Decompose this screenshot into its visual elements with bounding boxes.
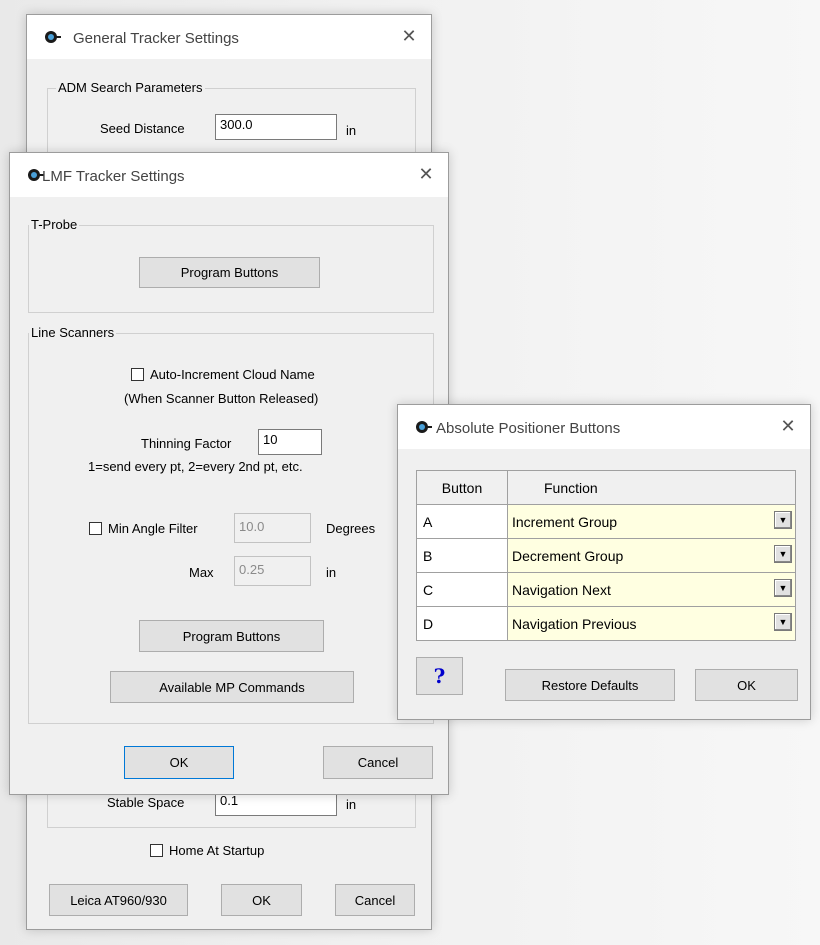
thinning-note: 1=send every pt, 2=every 2nd pt, etc.	[88, 459, 303, 474]
function-dropdown[interactable]: Navigation Previous ▼	[507, 606, 796, 641]
column-header-button: Button	[416, 470, 508, 505]
function-value: Navigation Previous	[512, 615, 637, 632]
home-at-startup-checkbox[interactable]	[150, 844, 163, 857]
line-scanners-program-buttons-button[interactable]: Program Buttons	[139, 620, 324, 652]
ok-button[interactable]: OK	[124, 746, 234, 779]
max-input[interactable]: 0.25	[234, 556, 311, 586]
chevron-down-icon[interactable]: ▼	[774, 579, 792, 597]
help-icon: ?	[433, 664, 446, 688]
title-bar: General Tracker Settings ✕	[27, 15, 431, 59]
stable-space-label: Stable Space	[107, 795, 185, 810]
absolute-positioner-buttons-window: Absolute Positioner Buttons ✕ Button Fun…	[397, 404, 811, 720]
leica-at960-930-button[interactable]: Leica AT960/930	[49, 884, 188, 916]
function-value: Decrement Group	[512, 547, 624, 564]
function-dropdown[interactable]: Navigation Next ▼	[507, 572, 796, 607]
seed-distance-unit: in	[346, 123, 357, 138]
table-row: D Navigation Previous ▼	[416, 606, 796, 641]
function-dropdown[interactable]: Increment Group ▼	[507, 504, 796, 539]
seed-distance-label: Seed Distance	[100, 121, 185, 136]
min-angle-input[interactable]: 10.0	[234, 513, 311, 543]
ok-button[interactable]: OK	[221, 884, 302, 916]
group-label: T-Probe	[29, 217, 80, 232]
cancel-button[interactable]: Cancel	[335, 884, 415, 916]
button-cell: C	[416, 572, 508, 607]
min-angle-filter-checkbox[interactable]	[89, 522, 102, 535]
min-angle-filter-label: Min Angle Filter	[108, 521, 198, 536]
chevron-down-icon[interactable]: ▼	[774, 613, 792, 631]
home-at-startup-label: Home At Startup	[169, 843, 265, 858]
help-button[interactable]: ?	[416, 657, 463, 695]
ok-button[interactable]: OK	[695, 669, 798, 701]
lmf-tracker-settings-window: LMF Tracker Settings ✕ T-Probe Program B…	[9, 152, 449, 795]
app-logo-icon	[45, 31, 61, 43]
table-row: C Navigation Next ▼	[416, 572, 796, 607]
button-cell: D	[416, 606, 508, 641]
app-logo-icon	[416, 421, 432, 433]
title-bar: Absolute Positioner Buttons ✕	[398, 405, 810, 449]
restore-defaults-button[interactable]: Restore Defaults	[505, 669, 675, 701]
function-dropdown[interactable]: Decrement Group ▼	[507, 538, 796, 573]
close-icon[interactable]: ✕	[399, 26, 419, 46]
button-cell: B	[416, 538, 508, 573]
group-label: Line Scanners	[29, 325, 117, 340]
window-title: Absolute Positioner Buttons	[436, 420, 621, 437]
cancel-button[interactable]: Cancel	[323, 746, 433, 779]
thinning-factor-label: Thinning Factor	[141, 436, 232, 451]
auto-increment-note: (When Scanner Button Released)	[124, 391, 319, 406]
function-value: Navigation Next	[512, 581, 611, 598]
title-bar: LMF Tracker Settings ✕	[10, 153, 448, 197]
window-title: General Tracker Settings	[73, 30, 239, 47]
button-function-table: Button Function A Increment Group ▼ B De…	[416, 470, 796, 641]
min-angle-unit: Degrees	[326, 521, 376, 536]
available-mp-commands-button[interactable]: Available MP Commands	[110, 671, 354, 703]
auto-increment-cloud-name-checkbox[interactable]	[131, 368, 144, 381]
group-label: ADM Search Parameters	[56, 80, 205, 95]
chevron-down-icon[interactable]: ▼	[774, 545, 792, 563]
seed-distance-input[interactable]: 300.0	[215, 114, 337, 140]
stable-space-unit: in	[346, 797, 357, 812]
close-icon[interactable]: ✕	[416, 164, 436, 184]
chevron-down-icon[interactable]: ▼	[774, 511, 792, 529]
window-title: LMF Tracker Settings	[42, 168, 185, 185]
table-header-row: Button Function	[416, 470, 796, 505]
t-probe-program-buttons-button[interactable]: Program Buttons	[139, 257, 320, 288]
table-row: B Decrement Group ▼	[416, 538, 796, 573]
table-row: A Increment Group ▼	[416, 504, 796, 539]
thinning-factor-input[interactable]: 10	[258, 429, 322, 455]
function-value: Increment Group	[512, 513, 618, 530]
auto-increment-label: Auto-Increment Cloud Name	[150, 367, 315, 382]
close-icon[interactable]: ✕	[778, 416, 798, 436]
max-label: Max	[189, 565, 214, 580]
column-header-function: Function	[507, 470, 796, 505]
max-unit: in	[326, 565, 337, 580]
button-cell: A	[416, 504, 508, 539]
